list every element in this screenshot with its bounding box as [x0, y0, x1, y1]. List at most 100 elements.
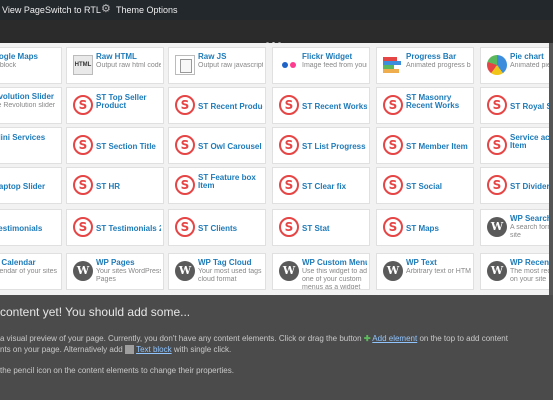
element-title: Flickr Widget: [302, 52, 353, 61]
element-title: Raw HTML: [96, 52, 137, 61]
element-title: ST Recent Works: [302, 102, 367, 111]
st-icon: S: [73, 175, 93, 195]
element-title: WP Search: [510, 214, 552, 223]
element-description: Use this widget to add: [302, 268, 367, 275]
element-description: cloud format: [198, 276, 237, 283]
element-tile[interactable]: S ST Clear fix: [272, 167, 370, 204]
element-tile[interactable]: W WP Custom Menu Use this widget to add one…: [272, 253, 370, 290]
element-tile[interactable]: S ST Recent Product: [168, 87, 266, 124]
element-title-line-2: Item: [510, 141, 527, 150]
st-icon: S: [383, 175, 403, 195]
st-icon: S: [487, 135, 507, 155]
element-title: Pie chart: [510, 52, 544, 61]
element-description: Output raw html code on your page: [96, 62, 161, 69]
element-tile[interactable]: Mini Servicesx: [0, 127, 62, 164]
html-icon: HTML: [73, 55, 93, 75]
element-title: ST Testimonials 2: [96, 224, 161, 233]
element-description: Arbitrary text or HTML: [406, 268, 471, 275]
element-tile[interactable]: S ST Top Seller Product: [66, 87, 164, 124]
element-tile[interactable]: S ST Masonry Recent Works: [376, 87, 474, 124]
switch-rtl-link[interactable]: Switch to RTL: [45, 5, 101, 15]
element-description: Animated pie: [510, 62, 551, 69]
st-icon: S: [175, 95, 195, 115]
st-icon: S: [175, 135, 195, 155]
element-title: evolution Slider: [0, 92, 55, 101]
element-title-line-2: Recent Works: [406, 101, 460, 110]
theme-options-link[interactable]: Theme Options: [116, 5, 178, 15]
element-tile[interactable]: Pie chart Animated pie: [480, 47, 553, 84]
pie-chart-icon: [487, 55, 507, 75]
element-tile[interactable]: W WP Tag Cloud Your most used tags in cloud…: [168, 253, 266, 290]
element-tile[interactable]: S ST HR: [66, 167, 164, 204]
st-icon: S: [175, 175, 195, 195]
element-title: ST Social: [406, 182, 443, 191]
element-tile[interactable]: S ST List Progress: [272, 127, 370, 164]
st-icon: S: [279, 175, 299, 195]
element-description: The most rece: [510, 268, 553, 275]
element-tile[interactable]: W WP Recent The most rece on your site: [480, 253, 553, 290]
st-icon: S: [279, 135, 299, 155]
element-tile[interactable]: W WP Pages Your sites WordPress Pages: [66, 253, 164, 290]
element-title: P Calendar: [0, 258, 36, 267]
element-description: menus as a widget: [302, 284, 361, 290]
element-description: A search form: [510, 224, 553, 231]
element-description: site: [510, 232, 521, 239]
element-tile[interactable]: S ST Member Item: [376, 127, 474, 164]
element-tile[interactable]: oogle Mapsp block: [0, 47, 62, 84]
element-tile[interactable]: S ST Testimonials 2: [66, 209, 164, 246]
element-description: Pages: [96, 276, 116, 283]
element-description: alendar of your sites: [0, 268, 58, 275]
element-description: p block: [0, 62, 17, 69]
view-page-link[interactable]: View Page: [2, 5, 45, 15]
element-title: ST Stat: [302, 224, 330, 233]
element-tile[interactable]: HTMLRaw HTMLOutput raw html code on your…: [66, 47, 164, 84]
text-block-link[interactable]: Text block: [136, 345, 172, 354]
add-element-panel: oogle Mapsp blockHTMLRaw HTMLOutput raw …: [0, 43, 553, 295]
element-tile[interactable]: W WP Search A search form site: [480, 209, 553, 246]
element-title: WP Custom Menu: [302, 258, 367, 267]
element-tile[interactable]: S ST Maps: [376, 209, 474, 246]
element-title: WP Pages: [96, 258, 135, 267]
element-description: Your most used tags in: [198, 268, 263, 275]
empty-state-line-3: the pencil icon on the content elements …: [0, 366, 234, 375]
gear-icon: ⚙: [101, 3, 111, 15]
element-title: ST Recent Product: [198, 102, 263, 111]
plus-icon: ✚: [363, 334, 371, 343]
element-tile[interactable]: S ST Section Title: [66, 127, 164, 164]
element-tile[interactable]: Raw JSOutput raw javascript code on your…: [168, 47, 266, 84]
element-title: ST List Progress: [302, 142, 366, 151]
element-tile[interactable]: S ST Owl Carousel: [168, 127, 266, 164]
element-tile[interactable]: evolution Slider ce Revolution slider: [0, 87, 62, 124]
element-tile[interactable]: S ST Divider: [480, 167, 553, 204]
element-tile[interactable]: W WP Text Arbitrary text or HTML: [376, 253, 474, 290]
element-title: Testimonials: [0, 224, 43, 233]
element-title: WP Recent: [510, 258, 552, 267]
element-tile[interactable]: Laptop Slider: [0, 167, 62, 204]
wp-icon: W: [279, 261, 299, 281]
element-description: Animated progress bar: [406, 62, 471, 69]
element-tile[interactable]: P Calendaralendar of your sitess: [0, 253, 62, 290]
st-icon: S: [73, 217, 93, 237]
wp-icon: W: [73, 261, 93, 281]
element-tile[interactable]: Progress Bar Animated progress bar: [376, 47, 474, 84]
element-title: ST Maps: [406, 224, 439, 233]
element-title: ST Section Title: [96, 142, 156, 151]
element-title: ST Clear fix: [302, 182, 347, 191]
admin-bar: View Page Switch to RTL ⚙ Theme Options: [0, 0, 553, 20]
add-element-link[interactable]: Add element: [372, 334, 417, 343]
element-tile[interactable]: S ST Feature box Item: [168, 167, 266, 204]
element-tile[interactable]: S ST Royal Sli: [480, 87, 553, 124]
element-tile[interactable]: Flickr WidgetImage feed from your flickr…: [272, 47, 370, 84]
element-tile[interactable]: S ST Clients: [168, 209, 266, 246]
element-tile[interactable]: S ST Recent Works: [272, 87, 370, 124]
element-tile[interactable]: S Service acc Item: [480, 127, 553, 164]
element-tile[interactable]: S ST Stat: [272, 209, 370, 246]
element-title: ST HR: [96, 182, 120, 191]
element-tile[interactable]: S ST Social: [376, 167, 474, 204]
element-title: oogle Maps: [0, 52, 39, 61]
st-icon: S: [383, 135, 403, 155]
element-tile[interactable]: Testimonials: [0, 209, 62, 246]
wp-icon: W: [383, 261, 403, 281]
element-description: s: [0, 276, 59, 284]
element-description: ce Revolution slider: [0, 102, 56, 109]
